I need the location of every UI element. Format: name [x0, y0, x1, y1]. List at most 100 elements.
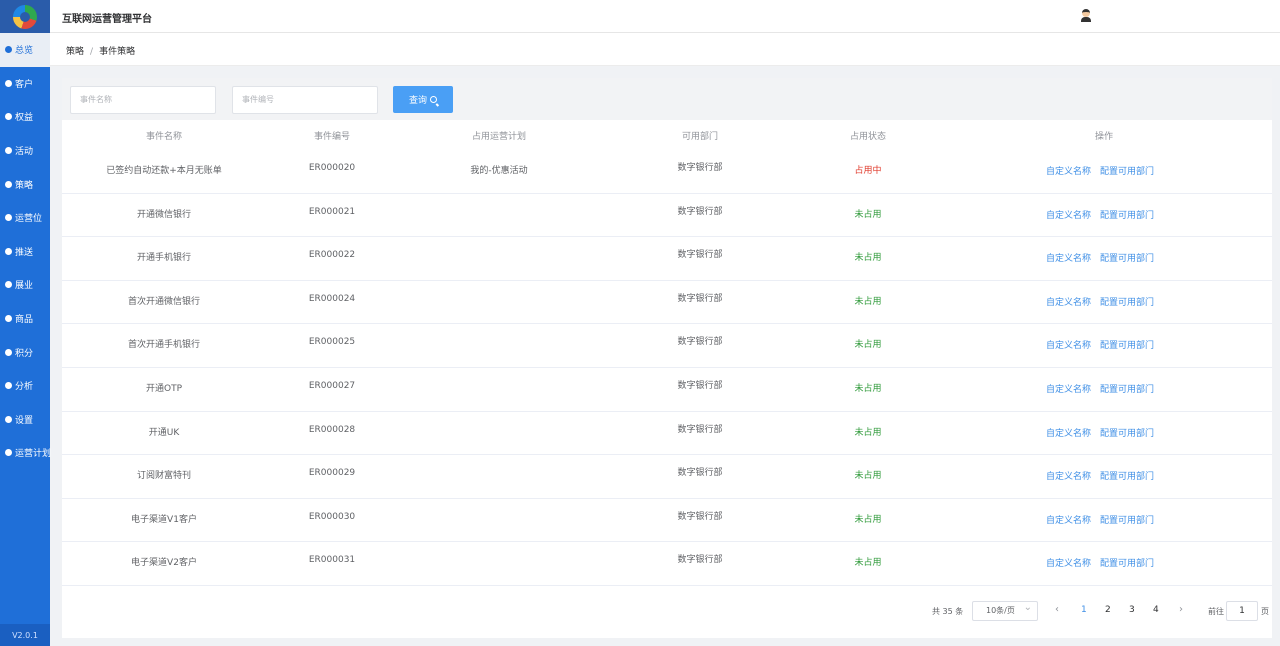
status-cell: 未占用 — [854, 296, 882, 307]
sidebar-item[interactable]: 总览 — [0, 33, 50, 67]
goto-page-input[interactable]: 1 — [1226, 601, 1258, 621]
event-code-cell: ER000029 — [308, 468, 356, 479]
config-dept-link[interactable]: 配置可用部门 — [1100, 472, 1154, 482]
event-code-cell: ER000022 — [308, 250, 356, 261]
nav-item-icon — [5, 46, 12, 54]
breadcrumb-current: 事件策略 — [99, 47, 136, 57]
sidebar-item-label: 总览 — [15, 46, 34, 57]
page-number[interactable]: 3 — [1129, 605, 1135, 615]
breadcrumb-parent[interactable]: 策略 — [66, 47, 84, 57]
page-number[interactable]: 4 — [1153, 605, 1159, 615]
row-actions: 自定义名称 配置可用部门 — [1046, 208, 1154, 221]
nav-item-icon — [5, 147, 12, 155]
config-dept-link[interactable]: 配置可用部门 — [1100, 559, 1154, 569]
app-logo[interactable] — [0, 0, 50, 33]
page-number[interactable]: 2 — [1105, 605, 1111, 615]
sidebar-item[interactable]: 分析 — [0, 369, 50, 403]
breadcrumb-bar: 策略 / 事件策略 — [50, 33, 1280, 66]
table-row: 订阅财富特刊 ER000029 数字银行部 未占用 自定义名称 配置可用部门 — [62, 455, 1272, 499]
nav-item-icon — [5, 382, 12, 390]
query-button[interactable]: 查询 — [393, 86, 453, 113]
event-name-cell: 电子渠道V2客户 — [131, 558, 197, 569]
dept-cell: 数字银行部 — [677, 163, 723, 173]
config-dept-link[interactable]: 配置可用部门 — [1100, 385, 1154, 395]
config-dept-link[interactable]: 配置可用部门 — [1100, 298, 1154, 308]
sidebar-item[interactable]: 积分 — [0, 335, 50, 369]
event-code-cell: ER000020 — [308, 163, 356, 173]
sidebar-item[interactable]: 客户 — [0, 67, 50, 101]
config-dept-link[interactable]: 配置可用部门 — [1100, 211, 1154, 221]
custom-name-link[interactable]: 自定义名称 — [1046, 254, 1091, 264]
event-name-cell: 订阅财富特刊 — [136, 471, 192, 482]
page-number[interactable]: 1 — [1081, 605, 1087, 615]
status-cell: 未占用 — [854, 514, 882, 525]
config-dept-link[interactable]: 配置可用部门 — [1100, 516, 1154, 526]
row-actions: 自定义名称 配置可用部门 — [1046, 382, 1154, 395]
nav-item-icon — [5, 449, 12, 457]
sidebar-item[interactable]: 商品 — [0, 302, 50, 336]
sidebar-item[interactable]: 策略 — [0, 167, 50, 201]
custom-name-link[interactable]: 自定义名称 — [1046, 472, 1091, 482]
content-panel: 事件名称 事件编号 查询 事件名称 事件编号 占用运营计划 可用部门 占用状态 操作 已签… — [62, 78, 1272, 638]
event-code-cell: ER000028 — [308, 424, 356, 435]
column-header: 操作 — [1094, 132, 1114, 142]
nav-item-icon — [5, 79, 12, 87]
sidebar-item[interactable]: 活动 — [0, 134, 50, 168]
sidebar-item[interactable]: 设置 — [0, 403, 50, 437]
nav-item-icon — [5, 180, 12, 188]
breadcrumb-separator: / — [90, 47, 94, 57]
status-cell: 未占用 — [854, 340, 882, 351]
nav-item-icon — [5, 247, 12, 255]
nav-item-icon — [5, 315, 12, 323]
config-dept-link[interactable]: 配置可用部门 — [1100, 167, 1154, 177]
table-row: 首次开通手机银行 ER000025 数字银行部 未占用 自定义名称 配置可用部门 — [62, 324, 1272, 368]
config-dept-link[interactable]: 配置可用部门 — [1100, 254, 1154, 264]
custom-name-link[interactable]: 自定义名称 — [1046, 516, 1091, 526]
event-name-cell: 首次开通手机银行 — [127, 340, 201, 351]
custom-name-link[interactable]: 自定义名称 — [1046, 167, 1091, 177]
row-actions: 自定义名称 配置可用部门 — [1046, 513, 1154, 526]
sidebar-item[interactable]: 推送 — [0, 235, 50, 269]
sidebar-item-label: 分析 — [15, 382, 34, 393]
custom-name-link[interactable]: 自定义名称 — [1046, 341, 1091, 351]
dept-cell: 数字银行部 — [677, 511, 723, 522]
sidebar-item-label: 推送 — [15, 247, 34, 258]
sidebar-item-label: 商品 — [15, 315, 34, 326]
dept-cell: 数字银行部 — [677, 468, 723, 479]
prev-page-icon[interactable]: ‹ — [1055, 604, 1059, 615]
event-name-cell: 已签约自动还款+本月无账单 — [106, 166, 222, 176]
sidebar-item[interactable]: 运营计划 — [0, 436, 52, 470]
dept-cell: 数字银行部 — [677, 381, 723, 391]
custom-name-link[interactable]: 自定义名称 — [1046, 429, 1091, 439]
event-code-input[interactable]: 事件编号 — [232, 86, 378, 114]
dept-cell: 数字银行部 — [677, 555, 723, 566]
version-label: V2.0.1 — [0, 624, 50, 646]
table-row: 已签约自动还款+本月无账单 ER000020 我的-优惠活动 数字银行部 占用中 自定义名… — [62, 150, 1272, 194]
page-size-select[interactable]: 10条/页 — [972, 599, 1038, 621]
next-page-icon[interactable]: › — [1179, 604, 1183, 615]
user-avatar-icon[interactable] — [1081, 9, 1091, 23]
sidebar-item[interactable]: 展业 — [0, 268, 50, 302]
nav-item-icon — [5, 415, 12, 423]
config-dept-link[interactable]: 配置可用部门 — [1100, 429, 1154, 439]
row-actions: 自定义名称 配置可用部门 — [1046, 295, 1154, 308]
sidebar-item[interactable]: 运营位 — [0, 201, 50, 235]
sidebar-item-label: 权益 — [15, 113, 34, 124]
query-button-label: 查询 — [408, 96, 427, 106]
custom-name-link[interactable]: 自定义名称 — [1046, 559, 1091, 569]
custom-name-link[interactable]: 自定义名称 — [1046, 298, 1091, 308]
event-name-cell: 开通OTP — [145, 384, 183, 394]
config-dept-link[interactable]: 配置可用部门 — [1100, 341, 1154, 351]
column-header: 占用运营计划 — [471, 132, 527, 142]
nav-item-icon — [5, 113, 12, 121]
table-row: 开通微信银行 ER000021 数字银行部 未占用 自定义名称 配置可用部门 — [62, 194, 1272, 238]
sidebar-item[interactable]: 权益 — [0, 100, 50, 134]
sidebar-item-label: 积分 — [15, 348, 34, 359]
custom-name-link[interactable]: 自定义名称 — [1046, 211, 1091, 221]
table-row: 电子渠道V1客户 ER000030 数字银行部 未占用 自定义名称 配置可用部门 — [62, 499, 1272, 543]
plan-cell: 我的-优惠活动 — [470, 166, 528, 176]
custom-name-link[interactable]: 自定义名称 — [1046, 385, 1091, 395]
status-cell: 占用中 — [854, 166, 882, 176]
sidebar-item-label: 运营计划 — [15, 449, 52, 460]
event-name-input[interactable]: 事件名称 — [70, 86, 216, 114]
